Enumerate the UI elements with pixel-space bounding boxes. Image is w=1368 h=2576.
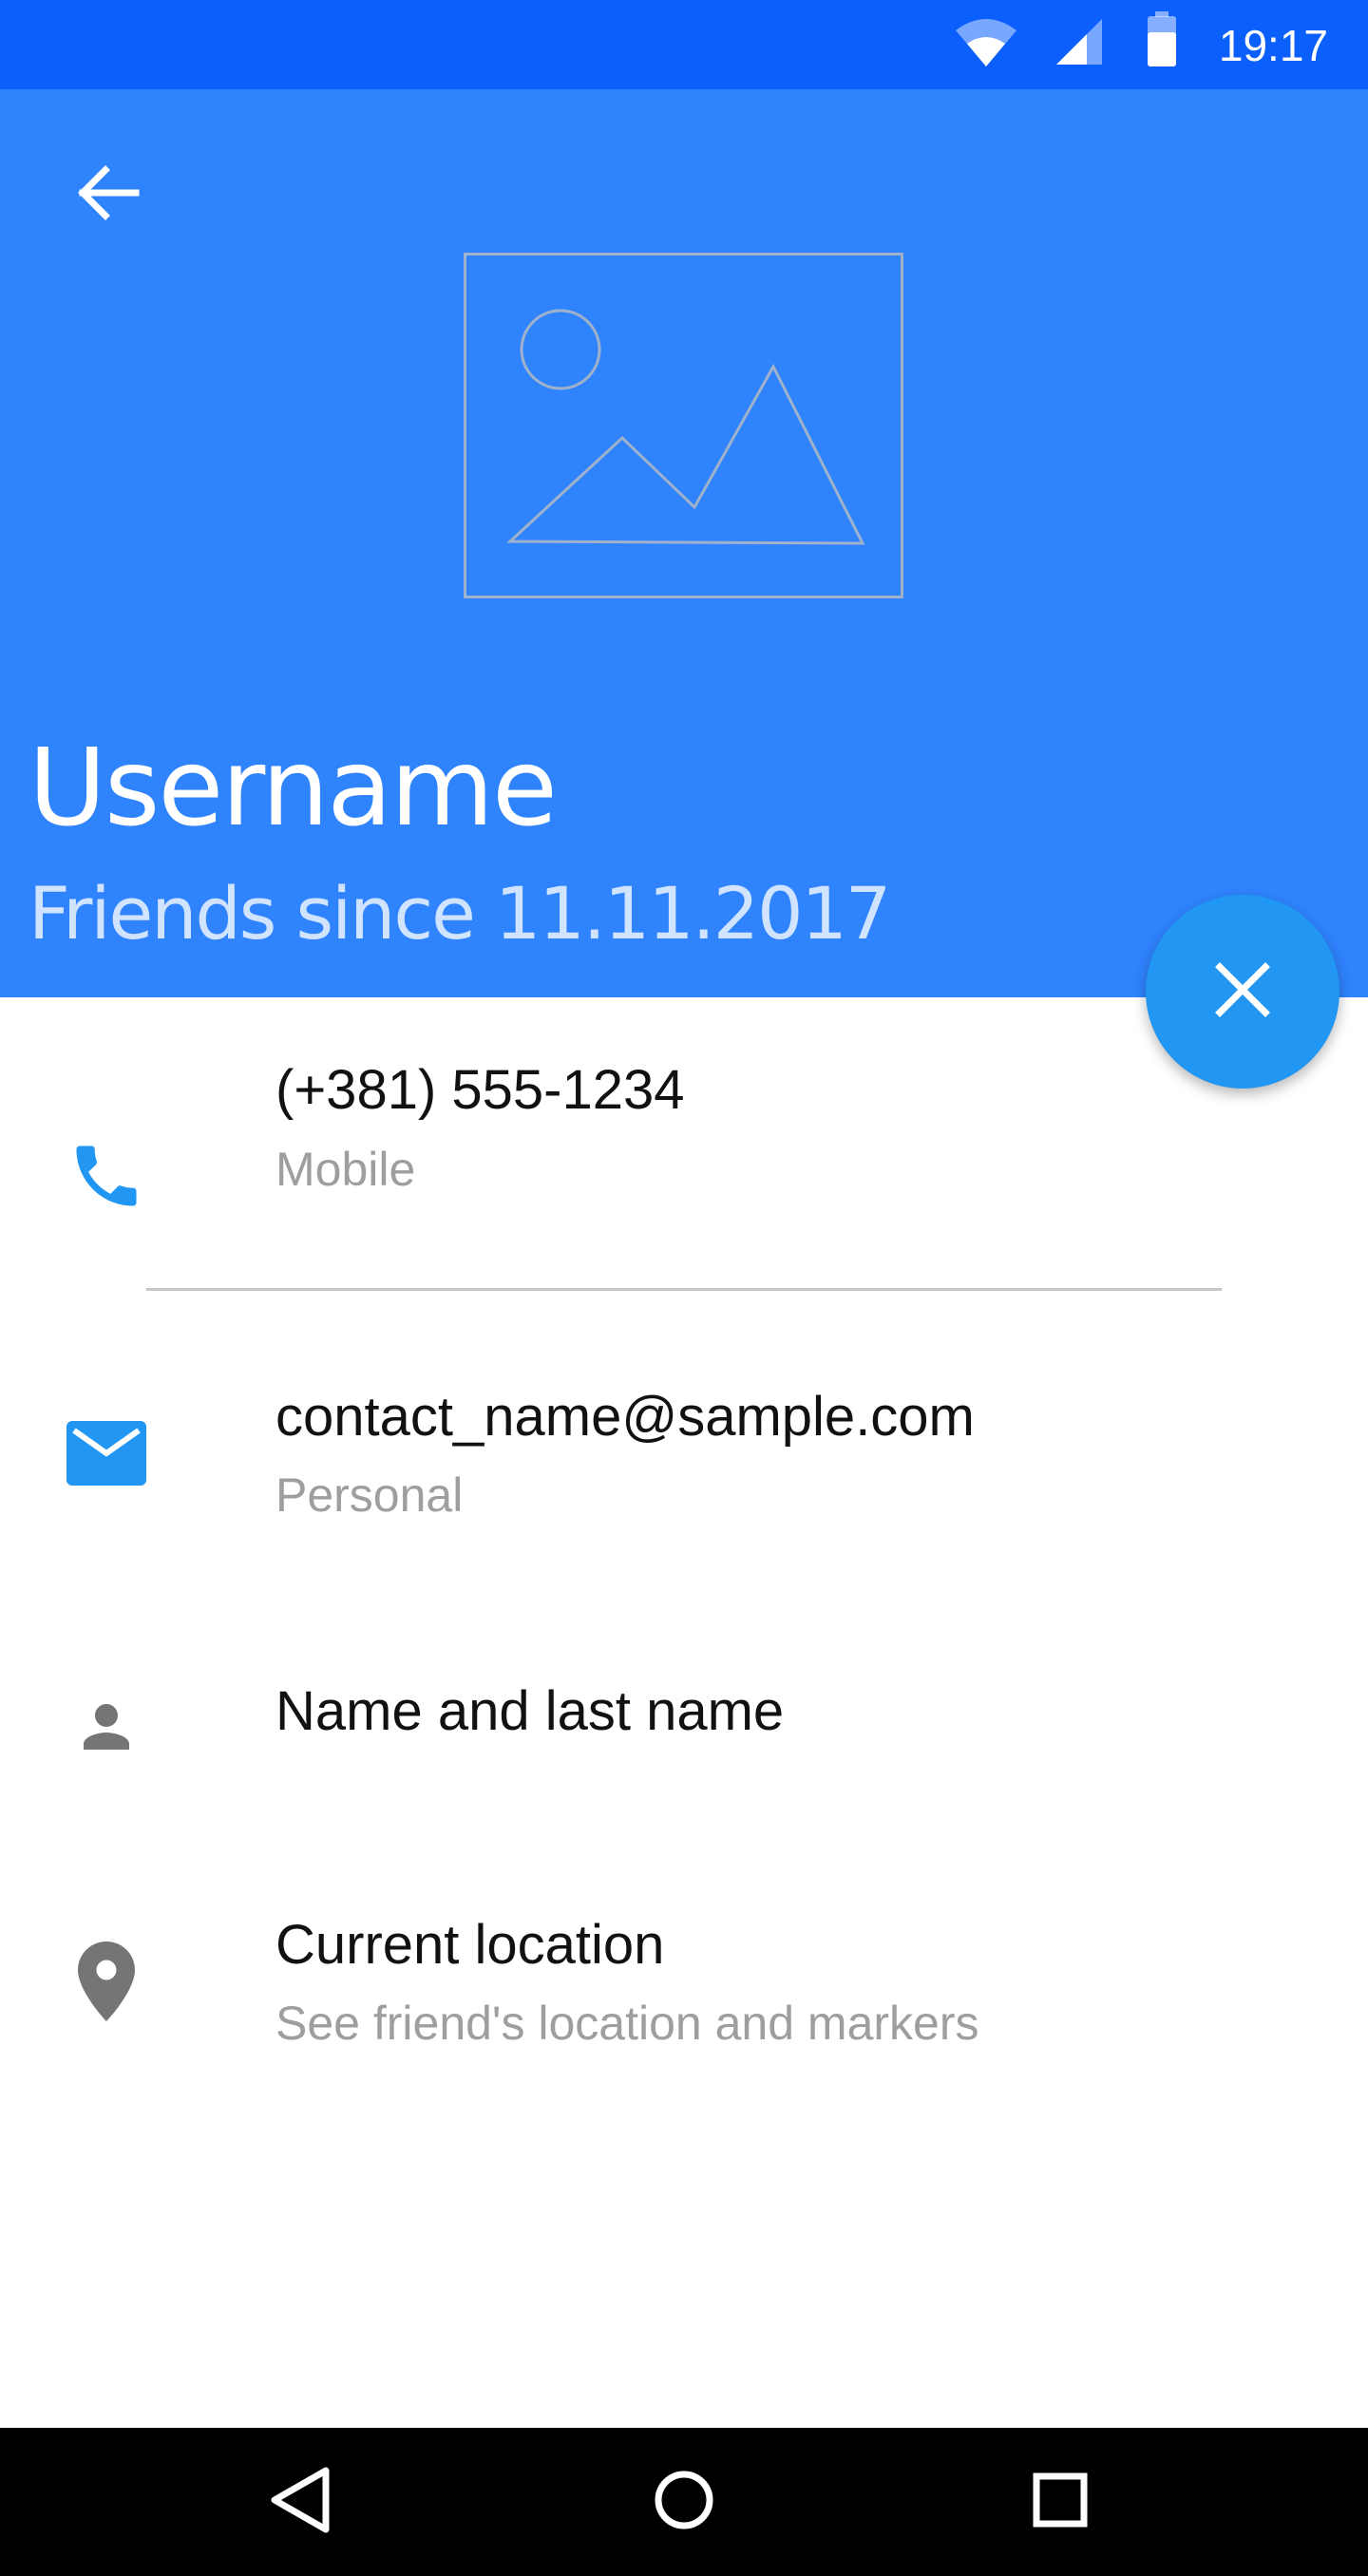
arrow-back-icon xyxy=(73,159,142,232)
location-subtitle: See friend's location and markers xyxy=(276,1997,979,2050)
phone-number: (+381) 555-1234 xyxy=(276,1059,685,1121)
friends-since: Friends since 11.11.2017 xyxy=(28,871,891,956)
back-nav-icon xyxy=(267,2466,333,2539)
email-icon xyxy=(59,1406,154,1501)
email-address: contact_name@sample.com xyxy=(276,1386,975,1448)
recents-nav-icon xyxy=(1033,2472,1088,2532)
location-title: Current location xyxy=(276,1914,665,1976)
image-placeholder-icon xyxy=(464,253,903,598)
email-label: Personal xyxy=(276,1468,464,1522)
contact-detail-screen: 19:17 Username Friends since 11.11.2017 xyxy=(0,0,1368,2576)
wifi-icon xyxy=(954,15,1018,68)
battery-icon xyxy=(1146,11,1178,68)
status-bar: 19:17 xyxy=(0,0,1368,89)
divider xyxy=(146,1288,1222,1291)
navigation-bar xyxy=(0,2428,1368,2576)
email-row[interactable]: contact_name@sample.com Personal xyxy=(0,1330,1368,1615)
name-row[interactable]: Name and last name xyxy=(0,1653,1368,1843)
phone-label: Mobile xyxy=(276,1143,416,1196)
nav-recents-button[interactable] xyxy=(1013,2454,1108,2549)
nav-back-button[interactable] xyxy=(253,2454,348,2549)
person-icon xyxy=(59,1679,154,1774)
location-row[interactable]: Current location See friend's location a… xyxy=(0,1881,1368,2147)
signal-icon xyxy=(1054,17,1104,66)
status-time: 19:17 xyxy=(1218,21,1328,70)
username: Username xyxy=(28,727,558,850)
home-nav-icon xyxy=(654,2470,714,2535)
phone-row[interactable]: (+381) 555-1234 Mobile xyxy=(0,997,1368,1282)
full-name: Name and last name xyxy=(276,1680,785,1742)
phone-icon xyxy=(59,1128,154,1223)
back-button[interactable] xyxy=(55,142,160,247)
location-pin-icon xyxy=(59,1934,154,2029)
nav-home-button[interactable] xyxy=(636,2454,732,2549)
